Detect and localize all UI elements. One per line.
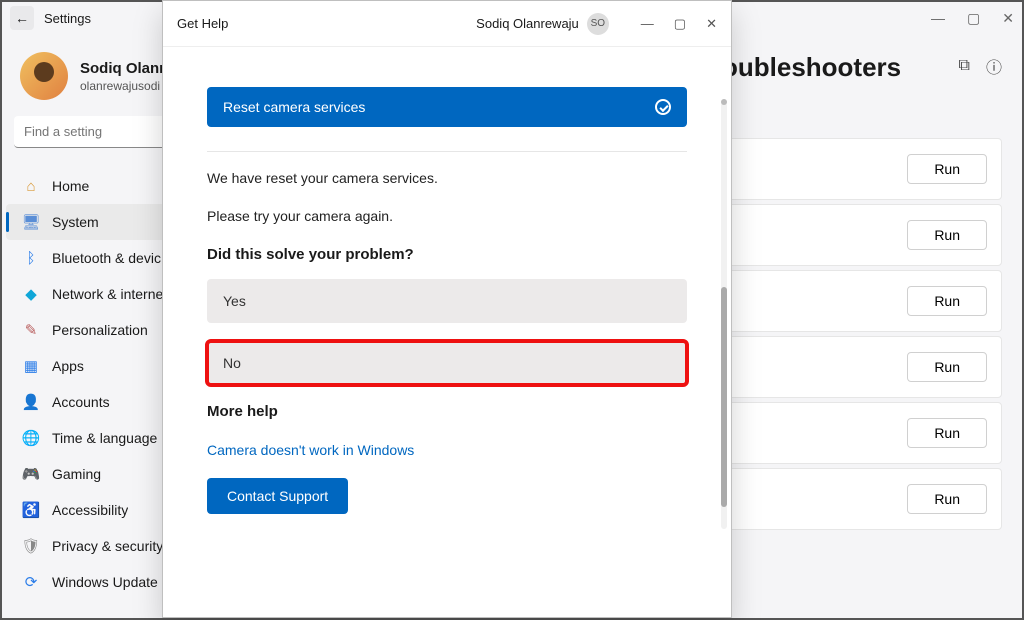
windows-update-icon: ⟳: [22, 573, 40, 591]
gethelp-body: Reset camera services We have reset your…: [163, 47, 731, 617]
run-button[interactable]: Run: [907, 154, 987, 184]
close-icon[interactable]: ✕: [706, 16, 717, 32]
option-no[interactable]: No: [207, 341, 687, 385]
user-initials-badge: SO: [587, 13, 609, 35]
accounts-icon: 👤: [22, 393, 40, 411]
run-button[interactable]: Run: [907, 418, 987, 448]
page-title: oubleshooters: [722, 52, 901, 83]
divider: [207, 151, 687, 152]
gethelp-user[interactable]: Sodiq Olanrewaju SO: [476, 13, 609, 35]
sidebar-item-label: Privacy & security: [52, 538, 163, 554]
avatar: [20, 52, 68, 100]
close-icon[interactable]: ✕: [1002, 10, 1014, 27]
profile-name: Sodiq Olanre: [80, 60, 173, 77]
back-arrow-icon: ←: [15, 10, 29, 26]
gethelp-titlebar: Get Help Sodiq Olanrewaju SO — ▢ ✕: [163, 1, 731, 47]
bluetooth-devic-icon: ᛒ: [22, 249, 40, 267]
privacy-security-icon: 🛡: [22, 537, 40, 555]
help-article-link[interactable]: Camera doesn't work in Windows: [207, 442, 687, 458]
run-button[interactable]: Run: [907, 352, 987, 382]
run-button[interactable]: Run: [907, 286, 987, 316]
personalization-icon: ✎: [22, 321, 40, 339]
sidebar-item-label: Home: [52, 178, 89, 194]
settings-title: Settings: [44, 11, 91, 26]
network-interne-icon: ◆: [22, 285, 40, 303]
gethelp-user-name: Sodiq Olanrewaju: [476, 16, 579, 31]
scrollbar-thumb[interactable]: [721, 287, 727, 507]
solved-question: Did this solve your problem?: [207, 246, 687, 263]
scroll-up-arrow[interactable]: [721, 99, 727, 105]
run-button[interactable]: Run: [907, 484, 987, 514]
gethelp-app-name: Get Help: [177, 16, 228, 31]
option-no-label: No: [223, 355, 241, 371]
link-icon[interactable]: ⧉: [959, 57, 970, 75]
time-language-icon: 🌐: [22, 429, 40, 447]
back-button[interactable]: ←: [10, 6, 34, 30]
try-again-msg: Please try your camera again.: [207, 208, 687, 224]
sidebar-item-label: Apps: [52, 358, 84, 374]
reset-action-bar[interactable]: Reset camera services: [207, 87, 687, 127]
maximize-icon[interactable]: ▢: [674, 16, 686, 32]
minimize-icon[interactable]: —: [641, 16, 654, 32]
apps-icon: ▦: [22, 357, 40, 375]
gethelp-window-controls: — ▢ ✕: [641, 16, 717, 32]
gethelp-window: Get Help Sodiq Olanrewaju SO — ▢ ✕ Reset…: [162, 0, 732, 618]
run-button[interactable]: Run: [907, 220, 987, 250]
info-icon[interactable]: ⓘ: [986, 54, 1002, 78]
sidebar-item-label: Bluetooth & devic: [52, 250, 161, 266]
more-help-heading: More help: [207, 403, 687, 420]
check-circle-icon: [655, 99, 671, 115]
option-yes-label: Yes: [223, 293, 246, 309]
sidebar-item-label: Gaming: [52, 466, 101, 482]
maximize-icon[interactable]: ▢: [967, 10, 980, 27]
minimize-icon[interactable]: —: [931, 10, 945, 27]
sidebar-item-label: Accessibility: [52, 502, 128, 518]
contact-support-button[interactable]: Contact Support: [207, 478, 348, 514]
option-yes[interactable]: Yes: [207, 279, 687, 323]
sidebar-item-label: Accounts: [52, 394, 110, 410]
reset-action-label: Reset camera services: [223, 99, 365, 115]
system-icon: 🖥: [22, 213, 40, 231]
gaming-icon: 🎮: [22, 465, 40, 483]
home-icon: ⌂: [22, 177, 40, 195]
accessibility-icon: ♿: [22, 501, 40, 519]
sidebar-item-label: System: [52, 214, 99, 230]
sidebar-item-label: Windows Update: [52, 574, 158, 590]
sidebar-item-label: Personalization: [52, 322, 148, 338]
profile-text: Sodiq Olanre olanrewajusodi: [80, 60, 173, 93]
settings-window-controls: — ▢ ✕: [931, 10, 1014, 27]
sidebar-item-label: Time & language: [52, 430, 157, 446]
header-icons: ⧉ ⓘ: [959, 54, 1002, 78]
sidebar-item-label: Network & interne: [52, 286, 163, 302]
profile-email: olanrewajusodi: [80, 79, 173, 93]
reset-confirmation-msg: We have reset your camera services.: [207, 170, 687, 186]
